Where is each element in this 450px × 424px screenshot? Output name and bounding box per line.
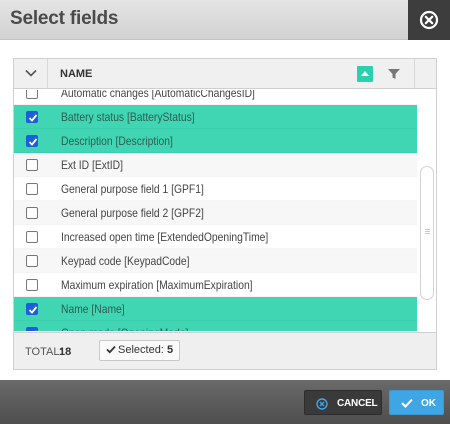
scrollbar[interactable] bbox=[419, 90, 435, 331]
table-row[interactable]: General purpose field 2 [GPF2] bbox=[14, 201, 417, 225]
scroll-thumb[interactable] bbox=[420, 166, 434, 300]
scroll-grip bbox=[425, 229, 430, 230]
fields-grid: NAME Automatic changes [AutomaticChanges… bbox=[13, 58, 437, 370]
row-label: Open mode [OpeningMode] bbox=[61, 326, 188, 331]
cancel-circle-icon bbox=[316, 398, 328, 410]
table-row[interactable]: Open mode [OpeningMode] bbox=[14, 321, 417, 331]
row-label: Name [Name] bbox=[61, 302, 125, 316]
row-checkbox[interactable] bbox=[26, 207, 38, 219]
row-checkbox[interactable] bbox=[26, 279, 38, 291]
row-label: Increased open time [ExtendedOpeningTime… bbox=[61, 230, 269, 244]
row-label: Automatic changes [AutomaticChangesID] bbox=[61, 90, 255, 100]
row-label: Battery status [BatteryStatus] bbox=[61, 110, 195, 124]
row-checkbox[interactable] bbox=[26, 111, 38, 123]
total-label: TOTAL: bbox=[25, 346, 63, 358]
check-icon bbox=[35, 330, 37, 331]
grid-footer: TOTAL: 18 Selected: 5 bbox=[14, 332, 436, 369]
chevron-down-icon bbox=[25, 69, 37, 77]
grid-rows: Automatic changes [AutomaticChangesID] Ba… bbox=[14, 90, 417, 331]
row-label: Description [Description] bbox=[61, 134, 173, 148]
row-label: Maximum expiration [MaximumExpiration] bbox=[61, 278, 253, 292]
filter-button[interactable] bbox=[387, 67, 401, 81]
table-row[interactable]: Ext ID [ExtID] bbox=[14, 153, 417, 177]
column-header-name[interactable]: NAME bbox=[60, 68, 92, 80]
check-icon bbox=[28, 138, 38, 146]
table-row[interactable]: Automatic changes [AutomaticChangesID] bbox=[14, 90, 417, 105]
row-checkbox[interactable] bbox=[26, 255, 38, 267]
grid-header: NAME bbox=[14, 59, 436, 89]
dialog-title: Select fields bbox=[10, 8, 119, 29]
dialog-footer: CANCEL OK bbox=[0, 380, 450, 424]
row-checkbox[interactable] bbox=[26, 159, 38, 171]
ok-button[interactable]: OK bbox=[389, 390, 444, 415]
row-checkbox[interactable] bbox=[26, 90, 38, 99]
table-row[interactable]: Increased open time [ExtendedOpeningTime… bbox=[14, 225, 417, 249]
check-icon bbox=[401, 398, 413, 408]
select-all-toggle[interactable] bbox=[14, 59, 48, 89]
row-checkbox[interactable] bbox=[26, 327, 38, 331]
table-row[interactable]: Description [Description] bbox=[14, 129, 417, 153]
selected-count: 5 bbox=[166, 344, 174, 356]
row-label: General purpose field 2 [GPF2] bbox=[61, 206, 204, 220]
total-value: 18 bbox=[59, 346, 72, 358]
table-row[interactable]: Battery status [BatteryStatus] bbox=[14, 105, 417, 129]
table-row[interactable]: General purpose field 1 [GPF1] bbox=[14, 177, 417, 201]
header-divider bbox=[414, 59, 415, 89]
table-row[interactable]: Maximum expiration [MaximumExpiration] bbox=[14, 273, 417, 297]
check-icon bbox=[28, 114, 38, 122]
row-label: General purpose field 1 [GPF1] bbox=[61, 182, 204, 196]
dialog-header: Select fields bbox=[0, 0, 450, 40]
check-icon bbox=[106, 345, 116, 354]
ok-label: OK bbox=[421, 398, 436, 409]
check-icon bbox=[28, 306, 38, 314]
row-label: Ext ID [ExtID] bbox=[61, 158, 123, 172]
selected-filter-button[interactable]: Selected: 5 bbox=[99, 340, 181, 361]
close-button[interactable] bbox=[408, 0, 450, 40]
selected-label: Selected: bbox=[118, 344, 164, 356]
row-checkbox[interactable] bbox=[26, 183, 38, 195]
row-checkbox[interactable] bbox=[26, 303, 38, 315]
table-row[interactable]: Name [Name] bbox=[14, 297, 417, 321]
cancel-label: CANCEL bbox=[337, 398, 378, 409]
row-checkbox[interactable] bbox=[26, 231, 38, 243]
filter-icon bbox=[388, 69, 400, 79]
table-row[interactable]: Keypad code [KeypadCode] bbox=[14, 249, 417, 273]
sort-ascending-icon bbox=[361, 71, 369, 76]
cancel-button[interactable]: CANCEL bbox=[304, 390, 382, 415]
row-label: Keypad code [KeypadCode] bbox=[61, 254, 190, 268]
close-circle-icon bbox=[419, 10, 439, 30]
sort-button[interactable] bbox=[357, 66, 373, 82]
row-checkbox[interactable] bbox=[26, 135, 38, 147]
